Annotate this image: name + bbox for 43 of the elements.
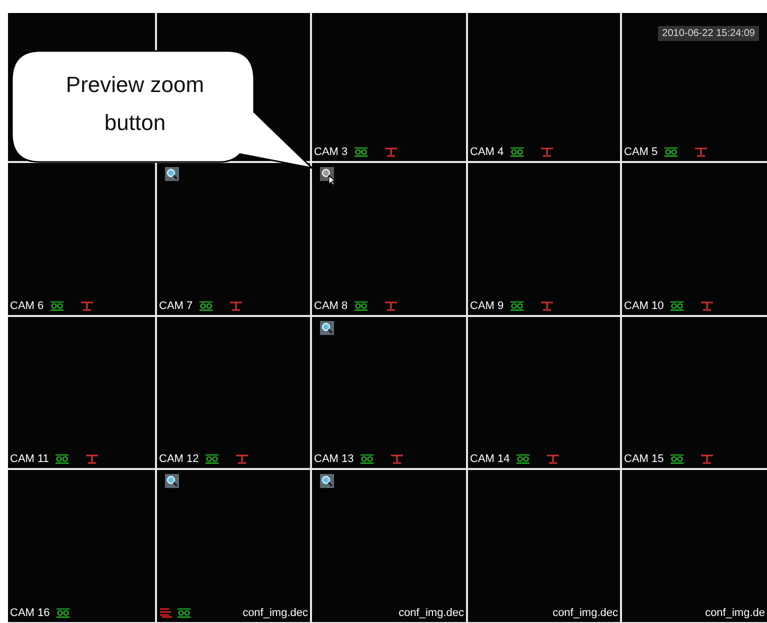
file-label: conf_img.dec	[552, 607, 618, 619]
callout-text: Preview zoom button	[64, 71, 206, 137]
camera-tile[interactable]: CAM 3	[312, 13, 466, 161]
zoom-icon[interactable]	[165, 167, 179, 181]
camera-label: CAM 3	[314, 146, 348, 158]
timestamp: 2010-06-22 15:24:09	[658, 26, 759, 41]
camera-tile[interactable]: conf_img.dec	[468, 470, 620, 622]
file-label: conf_img.dec	[398, 607, 464, 619]
camera-tile[interactable]: conf_img.dec	[312, 470, 466, 622]
camera-label: CAM 9	[470, 300, 504, 312]
camera-label: CAM 13	[314, 453, 354, 465]
zoom-icon[interactable]	[320, 167, 336, 185]
camera-label: CAM 5	[624, 146, 658, 158]
camera-tile[interactable]: CAM 6	[8, 163, 155, 315]
camera-tile[interactable]: CAM 14	[468, 317, 620, 468]
camera-label: CAM 16	[10, 607, 50, 619]
file-label: conf_img.de	[705, 607, 765, 619]
camera-label: CAM 6	[10, 300, 44, 312]
camera-tile[interactable]: CAM 10	[622, 163, 767, 315]
camera-tile[interactable]: CAM 9	[468, 163, 620, 315]
camera-label: CAM 12	[159, 453, 199, 465]
camera-tile[interactable]: conf_img.de	[622, 470, 767, 622]
zoom-icon[interactable]	[320, 321, 334, 335]
zoom-icon[interactable]	[165, 474, 179, 488]
camera-label: CAM 14	[470, 453, 510, 465]
camera-tile[interactable]: CAM 12	[157, 317, 310, 468]
camera-label: CAM 10	[624, 300, 664, 312]
camera-label: CAM 15	[624, 453, 664, 465]
camera-tile[interactable]: CAM 11	[8, 317, 155, 468]
file-label: conf_img.dec	[242, 607, 308, 619]
camera-tile[interactable]: CAM 13	[312, 317, 466, 468]
camera-tile[interactable]: CAM 4	[468, 13, 620, 161]
camera-tile[interactable]: conf_img.dec	[157, 470, 310, 622]
camera-label: CAM 4	[470, 146, 504, 158]
camera-label: CAM 7	[159, 300, 193, 312]
camera-tile[interactable]: CAM 7	[157, 163, 310, 315]
camera-tile[interactable]: 2010-06-22 15:24:09 CAM 5	[622, 13, 767, 161]
camera-tile[interactable]: CAM 16	[8, 470, 155, 622]
camera-tile[interactable]: CAM 8	[312, 163, 466, 315]
zoom-icon[interactable]	[320, 474, 334, 488]
camera-label: CAM 8	[314, 300, 348, 312]
camera-tile[interactable]: CAM 15	[622, 317, 767, 468]
camera-label: CAM 11	[10, 453, 49, 465]
